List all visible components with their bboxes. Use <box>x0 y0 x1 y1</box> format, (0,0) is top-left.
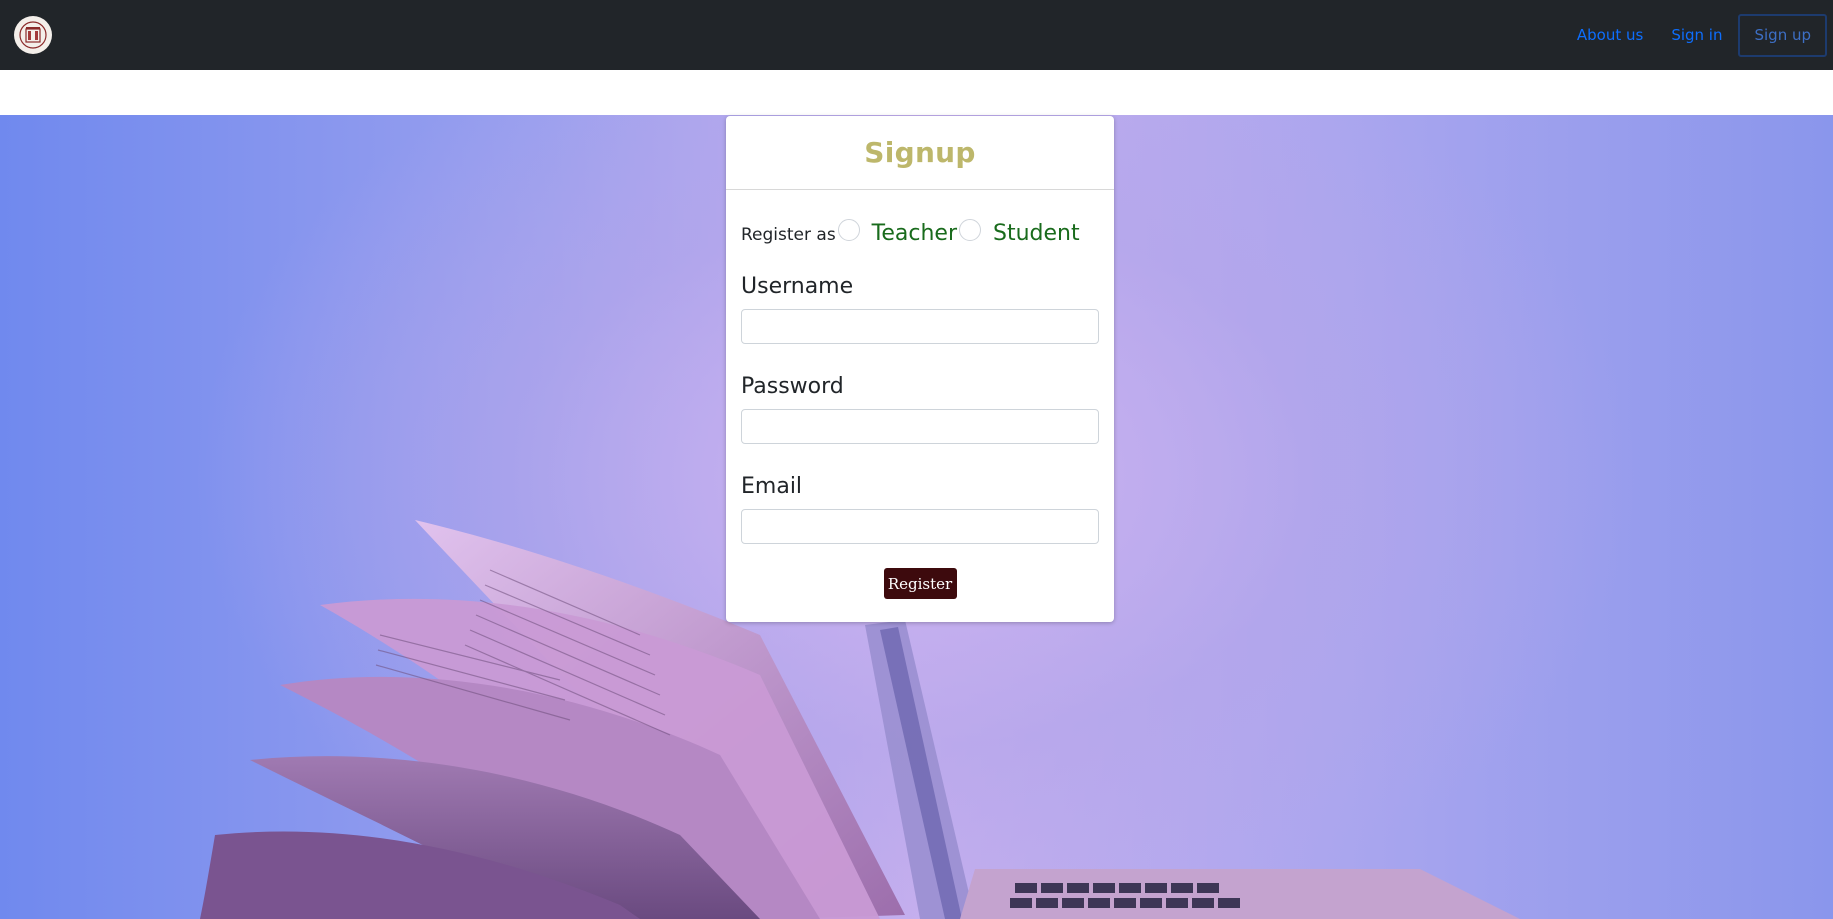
logo-icon[interactable] <box>14 16 52 54</box>
teacher-radio[interactable] <box>837 219 860 241</box>
signup-title: Signup <box>864 136 976 169</box>
email-label: Email <box>741 474 803 499</box>
header-spacer <box>0 70 1833 115</box>
student-radio[interactable] <box>959 219 982 241</box>
teacher-label[interactable]: Teacher <box>872 221 957 246</box>
nav-sign-up-link[interactable]: Sign up <box>1738 14 1827 57</box>
email-input[interactable] <box>741 509 1099 544</box>
nav-links: About us Sign in Sign up <box>1563 14 1827 57</box>
student-label[interactable]: Student <box>993 221 1080 246</box>
username-label: Username <box>741 274 854 299</box>
role-selector: Register as Teacher Student <box>741 218 1099 248</box>
nav-sign-in-link[interactable]: Sign in <box>1657 15 1736 56</box>
submit-row: Register <box>741 568 1099 599</box>
register-button[interactable]: Register <box>883 568 957 599</box>
signup-card-body: Register as Teacher Student Username Pas… <box>726 218 1114 599</box>
register-as-label: Register as <box>741 225 836 245</box>
top-navbar: About us Sign in Sign up <box>0 0 1833 70</box>
nav-about-us-link[interactable]: About us <box>1563 15 1657 56</box>
password-label: Password <box>741 374 844 399</box>
signup-card-header: Signup <box>726 116 1114 190</box>
password-input[interactable] <box>741 409 1099 444</box>
username-input[interactable] <box>741 309 1099 344</box>
signup-card: Signup Register as Teacher Student Usern… <box>726 116 1114 622</box>
